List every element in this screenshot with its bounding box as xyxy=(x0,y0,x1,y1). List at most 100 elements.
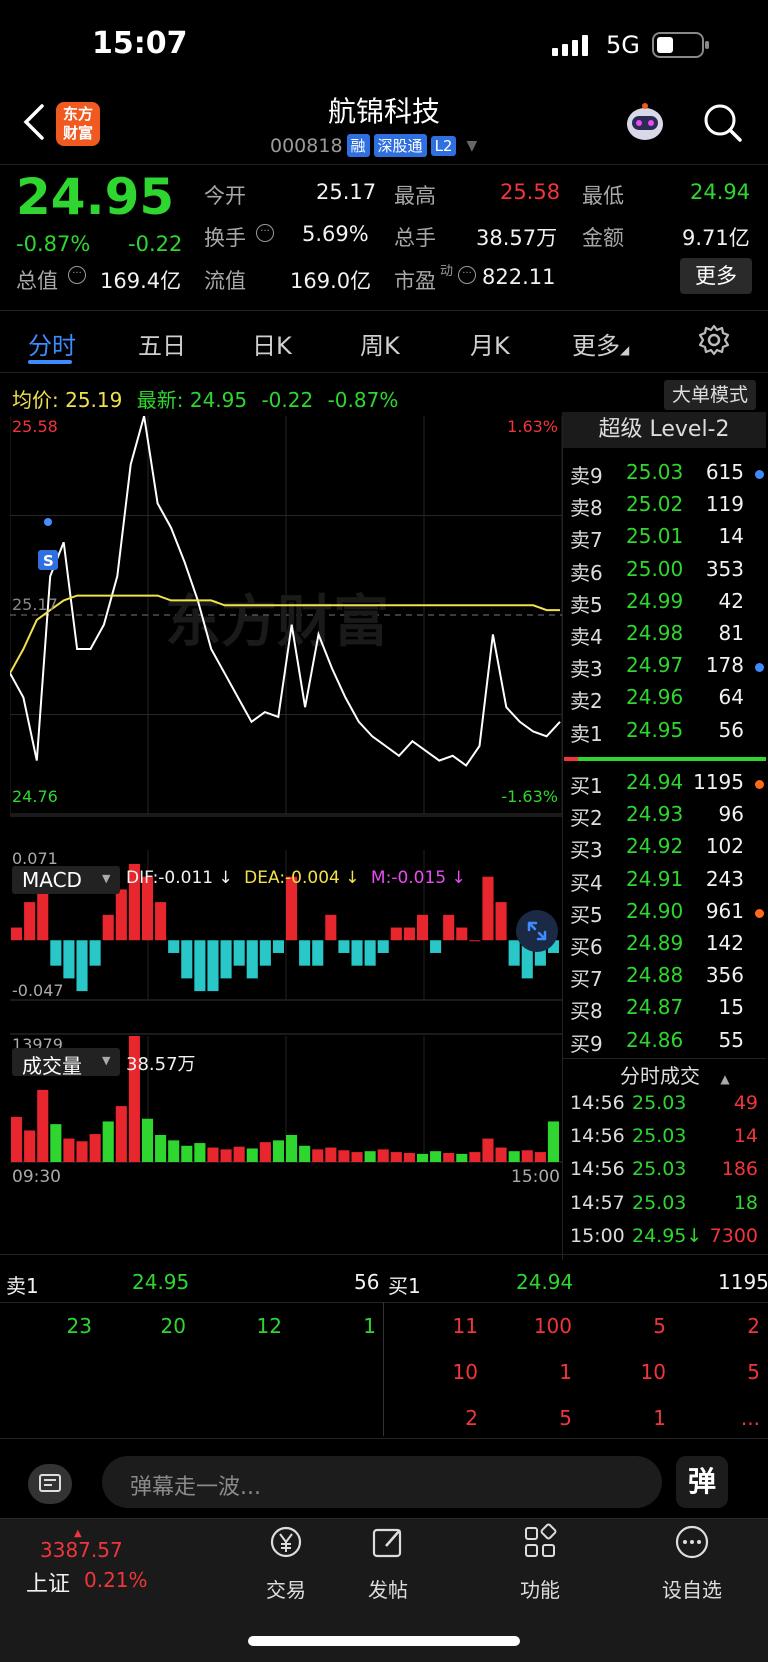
status-time: 15:07 xyxy=(92,26,188,61)
chat-list-icon[interactable] xyxy=(28,1464,72,1504)
queue-order: 5 xyxy=(747,1360,760,1384)
order-book-row[interactable]: 买7 24.88 356 xyxy=(570,963,766,995)
level-price: 24.88 xyxy=(626,963,684,988)
tab-underline xyxy=(28,360,72,364)
volume-bar xyxy=(495,1147,507,1162)
nav-post[interactable]: 发帖 xyxy=(318,1522,458,1602)
macd-bar xyxy=(351,940,363,966)
battery-icon xyxy=(652,32,710,62)
index-value[interactable]: 3387.57 xyxy=(40,1538,123,1562)
order-book-row[interactable]: 买8 24.87 15 xyxy=(570,995,766,1027)
search-icon[interactable] xyxy=(702,102,744,148)
macd-bar xyxy=(246,940,258,979)
order-book-row[interactable]: 买3 24.92 102 xyxy=(570,834,766,866)
queue-sell-label: 卖1 xyxy=(6,1274,39,1298)
stat-label-float: 流值 xyxy=(204,269,246,293)
stat-value-mktcap: 169.4亿 xyxy=(100,269,182,293)
order-book-row[interactable]: 卖1 24.95 56 xyxy=(570,718,766,750)
queue-order: 2 xyxy=(747,1314,760,1338)
macd-bar xyxy=(469,940,481,942)
macd-bar xyxy=(325,914,337,941)
order-book-row[interactable]: 卖7 25.01 14 xyxy=(570,524,766,556)
level-label: 买4 xyxy=(570,870,603,895)
settings-gear-icon[interactable] xyxy=(698,324,730,360)
level-price: 25.00 xyxy=(626,556,684,581)
stat-value: 25.58 xyxy=(500,180,561,204)
stat-label: 换手 xyxy=(204,226,246,250)
price-axis-mid: 25.17 xyxy=(12,595,58,614)
avg-price-row: 均价: 25.19 最新: 24.95 -0.22 -0.87% xyxy=(12,388,399,412)
volume-bar xyxy=(233,1146,245,1162)
queue-order: 1 xyxy=(559,1360,572,1384)
stock-code-row[interactable]: 000818 融 深股通 L2 ▼ xyxy=(270,134,477,157)
intraday-chart[interactable]: 东方财富 S 25.58 1.63%25.1724.76 -1.63% 0.071-… xyxy=(10,416,562,1260)
volume-bar xyxy=(299,1145,311,1162)
stat-label: 最低 xyxy=(582,184,624,208)
volume-bar xyxy=(89,1134,101,1162)
order-book-row[interactable]: 卖5 24.99 42 xyxy=(570,589,766,621)
order-book-row[interactable]: 卖4 24.98 81 xyxy=(570,621,766,653)
order-book-row[interactable]: 买5 24.90 961 xyxy=(570,899,766,931)
expand-icon[interactable] xyxy=(516,910,558,952)
tab-day-k[interactable]: 日K xyxy=(252,326,292,361)
tab-month-k[interactable]: 月K xyxy=(470,326,510,361)
order-book-row[interactable]: 买2 24.93 96 xyxy=(570,802,766,834)
level-price: 24.93 xyxy=(626,802,684,827)
macd-bar xyxy=(233,940,245,966)
order-book-row[interactable]: 卖9 25.03 615 xyxy=(570,460,766,492)
order-book-row[interactable]: 卖2 24.96 64 xyxy=(570,685,766,717)
order-book-row[interactable]: 买4 24.91 243 xyxy=(570,867,766,899)
queue-sell-price: 24.95 xyxy=(132,1270,190,1294)
info-icon[interactable]: ··· xyxy=(458,266,476,284)
macd-bar xyxy=(102,914,114,941)
volume-bar xyxy=(181,1145,193,1162)
info-icon[interactable]: ··· xyxy=(68,266,86,284)
level-price: 24.97 xyxy=(626,653,684,678)
order-book-row[interactable]: 卖8 25.02 119 xyxy=(570,492,766,524)
macd-bar xyxy=(416,914,429,941)
level-volume: 356 xyxy=(705,963,744,988)
order-book-row[interactable]: 买9 24.86 55 xyxy=(570,1028,766,1060)
queue-order: 10 xyxy=(640,1360,666,1384)
order-book-row[interactable]: 卖3 24.97 178 xyxy=(570,653,766,685)
tab-week-k[interactable]: 周K xyxy=(360,326,400,361)
nav-add-watchlist[interactable]: 设自选 xyxy=(622,1522,762,1602)
level-label: 卖9 xyxy=(570,464,603,488)
tab-five-day[interactable]: 五日 xyxy=(138,326,186,361)
divider xyxy=(562,1058,766,1059)
macd-bar xyxy=(155,902,167,941)
tab-more[interactable]: 更多◢ xyxy=(572,326,629,361)
nav-functions[interactable]: 功能 xyxy=(470,1522,610,1602)
level-price: 24.90 xyxy=(626,898,684,923)
queue-order: 20 xyxy=(160,1314,186,1338)
order-book-row[interactable]: 卖6 25.00 353 xyxy=(570,557,766,589)
level-volume: 42 xyxy=(718,588,744,613)
danmu-toggle-button[interactable]: 弹 xyxy=(676,1456,728,1508)
order-book-row[interactable]: 买6 24.89 142 xyxy=(570,931,766,963)
level-volume: 178 xyxy=(705,653,744,678)
more-quote-button[interactable]: 更多 xyxy=(680,258,752,294)
macd-bar xyxy=(403,927,415,941)
macd-bar xyxy=(495,902,507,941)
robot-assistant-icon[interactable] xyxy=(622,102,668,150)
big-order-dot xyxy=(755,780,764,789)
danmu-placeholder: 弹幕走一波... xyxy=(130,1475,261,1500)
index-name[interactable]: 上证 xyxy=(26,1566,70,1598)
order-book-row[interactable]: 买1 24.94 1195 xyxy=(570,770,766,802)
volume-selector[interactable]: 成交量 ▼ xyxy=(12,1048,120,1078)
volume-bar xyxy=(37,1089,49,1162)
info-icon[interactable]: ··· xyxy=(256,224,274,242)
trades-header[interactable]: 分时成交 ▲ xyxy=(620,1060,730,1089)
level-price: 24.99 xyxy=(626,588,684,613)
home-indicator[interactable] xyxy=(248,1636,520,1646)
tab-intraday[interactable]: 分时 xyxy=(28,326,76,361)
volume-bar xyxy=(416,1153,429,1162)
trade-point-marker xyxy=(44,518,52,526)
level2-header[interactable]: 超级 Level-2 xyxy=(562,412,766,448)
volume-bar xyxy=(207,1147,219,1162)
divider xyxy=(0,164,768,165)
level-volume: 81 xyxy=(718,621,744,645)
level-price: 24.91 xyxy=(626,866,684,891)
macd-selector[interactable]: MACD ▼ xyxy=(12,866,120,894)
big-order-mode-button[interactable]: 大单模式 xyxy=(664,380,756,410)
